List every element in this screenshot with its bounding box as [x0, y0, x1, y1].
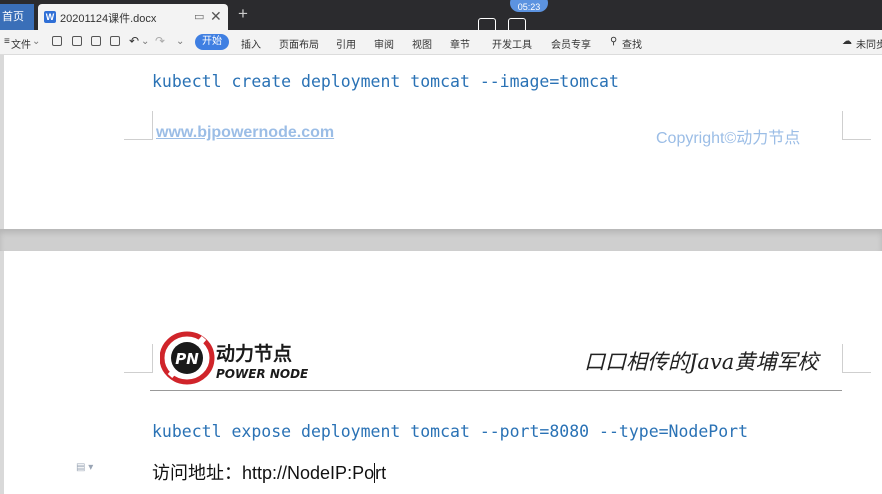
print-preview-icon[interactable]	[110, 36, 120, 46]
tab-review[interactable]: 审阅	[374, 36, 394, 51]
file-menu[interactable]: 文件	[11, 36, 31, 51]
more-icon[interactable]: ⌄	[176, 36, 184, 47]
code-line-expose-deployment[interactable]: kubectl expose deployment tomcat --port=…	[152, 422, 748, 441]
tab-chapter[interactable]: 章节	[450, 36, 470, 51]
search-icon[interactable]: ⚲	[610, 36, 617, 47]
word-doc-icon: W	[44, 11, 56, 23]
close-tab-icon[interactable]: ✕	[210, 8, 222, 25]
visit-address-line[interactable]: 访问地址：http://NodeIP:Port	[152, 459, 386, 485]
search-button[interactable]: 查找	[622, 36, 642, 51]
tab-bar: 首页 W 20201124课件.docx ▭ ✕ +	[0, 0, 882, 30]
undo-chevron-icon[interactable]: ⌄	[141, 36, 149, 47]
page-margin-corner	[124, 111, 153, 140]
tab-vip[interactable]: 会员专享	[551, 36, 591, 51]
logo-mark: PN	[175, 350, 199, 368]
powernode-logo-icon: PN 动力节点 POWER NODE	[159, 331, 309, 385]
page-gap	[0, 229, 882, 251]
tab-document[interactable]: W 20201124课件.docx ▭ ✕	[38, 4, 228, 30]
header-divider	[150, 390, 842, 391]
video-time-badge: 05:23	[510, 0, 548, 12]
logo-en-text: POWER NODE	[216, 367, 309, 381]
page-margin-corner	[842, 111, 871, 140]
logo-cn-text: 动力节点	[216, 342, 292, 365]
tab-insert[interactable]: 插入	[241, 36, 261, 51]
redo-icon[interactable]: ↷	[155, 34, 165, 48]
export-icon[interactable]	[72, 36, 82, 46]
page-margin-corner	[842, 344, 871, 373]
footer-website-link[interactable]: www.bjpowernode.com	[156, 124, 334, 142]
cloud-sync-icon[interactable]: ☁	[842, 36, 852, 47]
new-tab-button[interactable]: +	[238, 4, 248, 24]
slogan: 口口相传的Java黄埔军校	[584, 350, 819, 374]
powernode-logo: PN 动力节点 POWER NODE	[159, 330, 310, 386]
print-icon[interactable]	[91, 36, 101, 46]
tab-start[interactable]: 开始	[195, 34, 229, 50]
tab-view[interactable]: 视图	[412, 36, 432, 51]
footer-copyright: Copyright©动力节点	[656, 130, 801, 147]
pin-icon[interactable]: ▭	[194, 10, 204, 23]
tab-home[interactable]: 首页	[0, 4, 34, 30]
sync-status[interactable]: 未同步	[856, 36, 882, 51]
tab-developer[interactable]: 开发工具	[492, 36, 532, 51]
visit-text-tail: rt	[375, 463, 387, 483]
paragraph-options-icon[interactable]: ▤ ▾	[76, 462, 93, 473]
file-menu-chevron-icon[interactable]: ⌄	[32, 36, 40, 47]
visit-text: 访问地址：http://NodeIP:Po	[152, 463, 375, 483]
tab-document-label: 20201124课件.docx	[60, 13, 157, 25]
menu-icon[interactable]: ≡	[4, 36, 10, 47]
save-icon[interactable]	[52, 36, 62, 46]
tab-page-layout[interactable]: 页面布局	[279, 36, 319, 51]
ribbon-toolbar: ≡ 文件 ⌄ ↶ ⌄ ↷ ⌄ 开始 插入 页面布局 引用 审阅 视图 章节 开发…	[0, 30, 882, 55]
tab-references[interactable]: 引用	[336, 36, 356, 51]
page-margin-corner	[124, 344, 153, 373]
code-line-create-deployment[interactable]: kubectl create deployment tomcat --image…	[152, 72, 619, 91]
undo-icon[interactable]: ↶	[129, 34, 139, 48]
